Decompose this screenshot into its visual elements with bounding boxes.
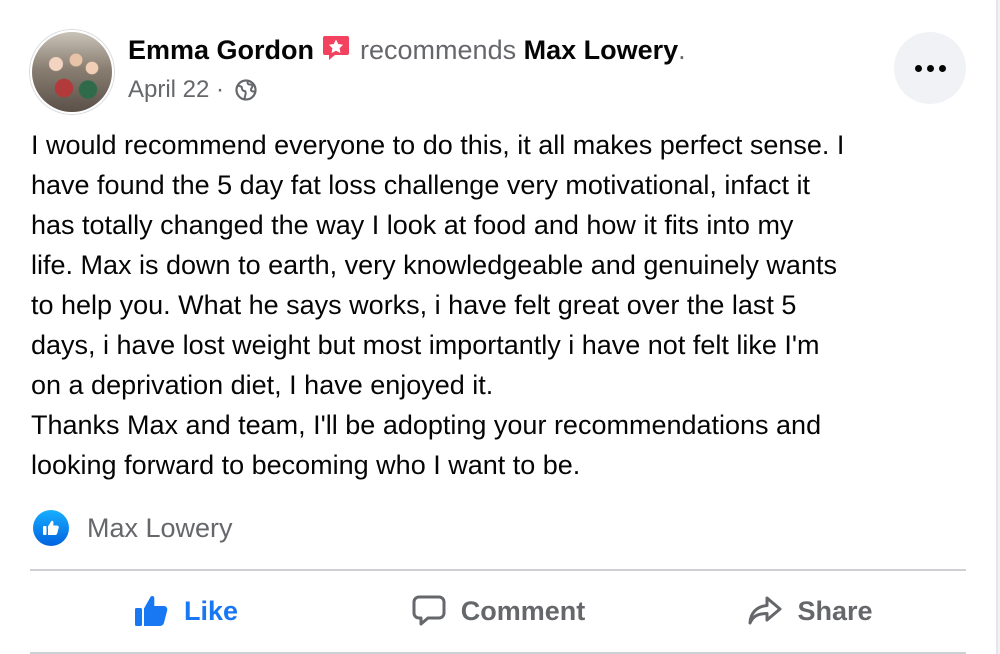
- more-options-button[interactable]: [894, 32, 966, 104]
- actions-divider-top: [30, 569, 966, 571]
- recommendation-star-icon: [323, 36, 350, 60]
- thumbs-up-icon: [134, 595, 168, 626]
- comment-bubble-icon: [412, 595, 446, 626]
- reactor-names[interactable]: Max Lowery: [87, 513, 233, 544]
- like-label: Like: [183, 595, 239, 626]
- more-dot: [926, 64, 934, 72]
- headline-period: .: [678, 35, 686, 65]
- post-date[interactable]: April 22: [128, 76, 209, 103]
- post-card: Emma Gordon recommends Max Lowery. April…: [0, 0, 998, 654]
- recommends-verb: recommends: [360, 35, 517, 65]
- post-meta: April 22 ·: [128, 75, 257, 105]
- comment-label: Comment: [460, 595, 586, 626]
- post-headline: Emma Gordon recommends Max Lowery.: [128, 33, 686, 67]
- share-arrow-icon: [748, 596, 782, 625]
- like-button[interactable]: Like: [30, 573, 342, 649]
- meta-separator: ·: [216, 76, 225, 103]
- more-dot: [914, 64, 922, 72]
- thumbs-up-icon: [43, 520, 59, 535]
- share-button[interactable]: Share: [654, 573, 966, 649]
- author-avatar[interactable]: [30, 30, 114, 114]
- more-dot: [938, 64, 946, 72]
- share-label: Share: [797, 595, 873, 626]
- reactions-summary[interactable]: Max Lowery: [33, 510, 233, 546]
- post-body: I would recommend everyone to do this, i…: [31, 130, 845, 480]
- post-actions-bar: Like Comment Share: [30, 573, 966, 649]
- recommended-page-name[interactable]: Max Lowery: [524, 35, 679, 65]
- like-reaction-icon: [33, 510, 69, 546]
- comment-button[interactable]: Comment: [342, 573, 654, 649]
- author-name[interactable]: Emma Gordon: [128, 35, 314, 65]
- globe-icon: [235, 79, 257, 101]
